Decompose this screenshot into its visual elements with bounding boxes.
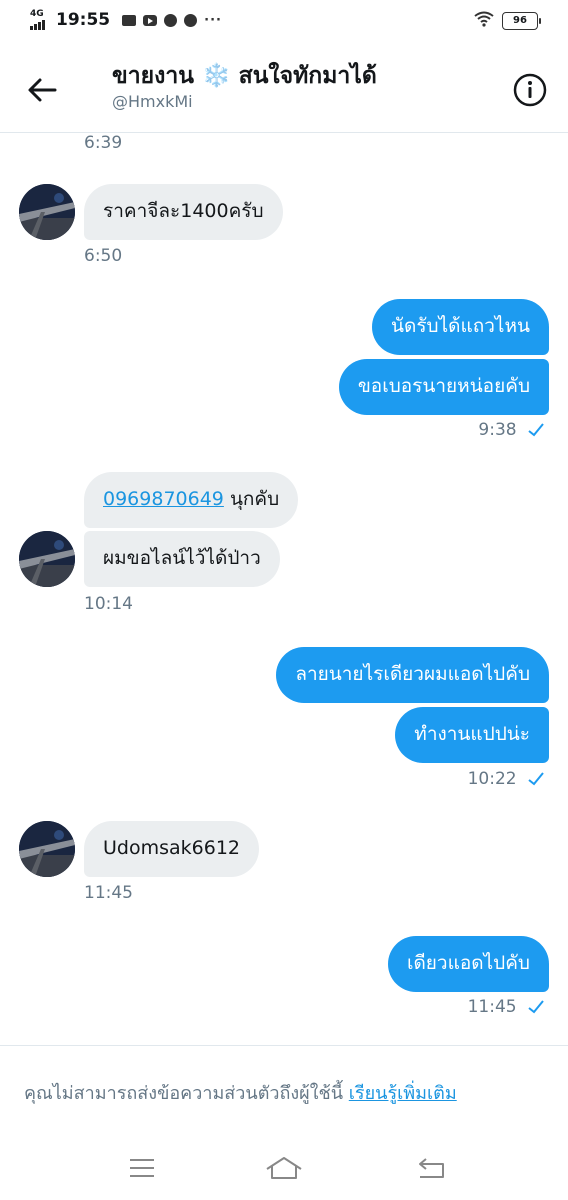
title-text: ขายงาน: [112, 63, 194, 89]
message-bubble-sent[interactable]: เดียวแอดไปคับ: [387, 936, 549, 992]
message-text: เดียวแอดไปคับ: [406, 952, 530, 974]
recent-apps-button[interactable]: [122, 1152, 162, 1184]
conversation-title: ขายงาน ❄️ สนใจทักมาได้: [112, 58, 377, 94]
learn-more-link[interactable]: เรียนรู้เพิ่มเติม: [349, 1083, 457, 1104]
battery-level: 96: [513, 15, 527, 26]
back-arrow-icon: [28, 78, 57, 102]
status-time: 19:55: [56, 10, 111, 30]
home-icon: [266, 1157, 302, 1179]
avatar[interactable]: [19, 531, 75, 587]
message-bubble-received[interactable]: ราคาจีละ1400ครับ: [84, 184, 283, 240]
message-bubble-received[interactable]: ผมขอไลน์ไว้ได้ป่าว: [84, 531, 280, 587]
message-timestamp: 10:14: [84, 594, 133, 614]
network-type: 4G: [30, 9, 44, 19]
message-bubble-sent[interactable]: ลายนายไรเดียวผมแอดไปคับ: [276, 647, 549, 703]
message-timestamp: 6:50: [84, 246, 123, 266]
conversation-header: ขายงาน ❄️ สนใจทักมาได้ @HmxkMi: [0, 44, 568, 133]
notice-text: คุณไม่สามารถส่งข้อความส่วนตัวถึงผู้ใช้นี…: [24, 1083, 344, 1104]
chat-icon: [164, 13, 178, 27]
info-button[interactable]: [510, 70, 550, 110]
message-bubble-sent[interactable]: ขอเบอรนายหน่อยคับ: [338, 359, 549, 415]
dm-restricted-notice: คุณไม่สามารถส่งข้อความส่วนตัวถึงผู้ใช้นี…: [0, 1045, 568, 1141]
message-text: ผมขอไลน์ไว้ได้ป่าว: [103, 547, 261, 569]
more-notifications-icon: ···: [204, 12, 222, 28]
return-icon: [419, 1158, 444, 1178]
message-bubble-sent[interactable]: ทำงานแปปน่ะ: [395, 707, 549, 763]
sent-check-icon: [528, 772, 544, 786]
timestamp-text: 10:22: [467, 769, 517, 789]
menu-icon: [130, 1159, 154, 1177]
message-bubble-received[interactable]: Udomsak6612: [84, 821, 259, 877]
message-bubble-received[interactable]: 0969870649 นุกคับ: [84, 472, 299, 528]
status-bar: 4G 19:55 ··· 96: [0, 0, 568, 44]
user-handle: @HmxkMi: [112, 92, 193, 111]
info-icon: [513, 73, 547, 107]
avatar[interactable]: [19, 184, 75, 240]
message-text: ลายนายไรเดียวผมแอดไปคับ: [295, 663, 530, 685]
wifi-icon: [474, 11, 494, 31]
title-text-2: สนใจทักมาได้: [238, 63, 377, 89]
home-button[interactable]: [264, 1152, 304, 1184]
message-timestamp: 10:22: [468, 769, 544, 789]
message-list[interactable]: 6:39 ราคาจีละ1400ครับ 6:50 นัดรับได้แถวไ…: [0, 133, 568, 1045]
youtube-icon: [143, 14, 158, 26]
message-text: ราคาจีละ1400ครับ: [103, 200, 264, 222]
snowflake-emoji: ❄️: [202, 63, 231, 89]
message-text: Udomsak6612: [103, 837, 240, 859]
message-timestamp: 9:38: [478, 420, 544, 440]
phone-number-link[interactable]: 0969870649: [103, 488, 224, 510]
back-button[interactable]: [22, 70, 62, 110]
message-text: ขอเบอรนายหน่อยคับ: [357, 375, 530, 397]
message-timestamp: 11:45: [468, 997, 544, 1017]
avatar[interactable]: [19, 821, 75, 877]
mail-icon: [122, 14, 137, 26]
timestamp-text: 9:38: [478, 420, 517, 440]
timestamp-text: 11:45: [467, 997, 517, 1017]
sent-check-icon: [528, 423, 544, 437]
message-bubble-sent[interactable]: นัดรับได้แถวไหน: [372, 299, 549, 355]
message-text: นุกคับ: [229, 488, 280, 510]
system-navigation-bar: [0, 1140, 568, 1200]
cellular-signal-icon: 4G: [30, 10, 46, 30]
back-system-button[interactable]: [412, 1152, 452, 1184]
message-text: ทำงานแปปน่ะ: [414, 723, 530, 745]
sent-check-icon: [528, 1000, 544, 1014]
message-timestamp: 6:39: [84, 133, 123, 153]
message-timestamp: 11:45: [84, 883, 133, 903]
battery-icon: 96: [502, 12, 541, 30]
message-text: นัดรับได้แถวไหน: [391, 315, 530, 337]
compass-icon: [184, 13, 198, 27]
